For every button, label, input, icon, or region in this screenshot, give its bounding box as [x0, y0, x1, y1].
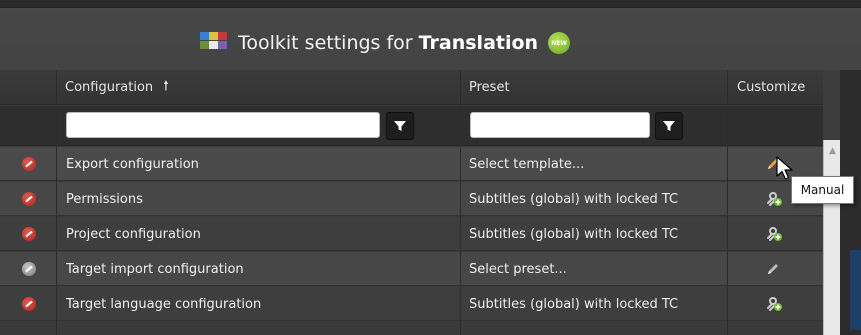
- column-header-customize[interactable]: Customize: [737, 70, 817, 105]
- vertical-scrollbar[interactable]: ▲: [823, 140, 840, 335]
- column-divider: [56, 70, 57, 335]
- arrow-up-icon: 🠕: [163, 78, 169, 94]
- new-badge: NEW: [548, 32, 571, 54]
- not-allowed-icon[interactable]: [22, 297, 36, 311]
- tooltip-text: Manual: [800, 183, 845, 197]
- configuration-filter-button[interactable]: [386, 112, 414, 140]
- table-row[interactable]: Export configuration Select template...: [0, 147, 823, 181]
- preset-filter-button[interactable]: [655, 112, 683, 140]
- page-header: Toolkit settings for Translation NEW: [0, 8, 861, 70]
- funnel-icon: [663, 121, 675, 131]
- preset-cell[interactable]: Select template...: [469, 147, 584, 181]
- toolkit-icon: [200, 32, 227, 54]
- scroll-up-arrow-icon[interactable]: ▲: [824, 144, 841, 158]
- funnel-icon: [394, 121, 406, 131]
- column-header-preset[interactable]: Preset: [469, 70, 724, 105]
- table-row[interactable]: Target import configuration Select prese…: [0, 252, 823, 286]
- pencil-icon[interactable]: [766, 252, 786, 286]
- preset-cell[interactable]: Subtitles (global) with locked TC: [469, 182, 678, 216]
- preset-cell[interactable]: Subtitles (global) with locked TC: [469, 287, 678, 321]
- column-divider: [727, 70, 728, 335]
- new-badge-label: NEW: [551, 39, 567, 47]
- preset-cell[interactable]: Select preset...: [469, 252, 567, 286]
- not-allowed-icon[interactable]: [22, 192, 36, 206]
- not-allowed-icon[interactable]: [22, 262, 36, 276]
- title-text: Toolkit settings for Translation: [238, 32, 538, 54]
- mouse-cursor-icon: [776, 156, 793, 180]
- table-row[interactable]: Project configuration Subtitles (global)…: [0, 217, 823, 251]
- top-bar: [0, 0, 861, 8]
- not-allowed-icon[interactable]: [22, 157, 36, 171]
- filter-row: [0, 106, 823, 146]
- settings-grid: Configuration 🠕 Preset Customize Export …: [0, 70, 823, 335]
- side-panel-accent: [850, 250, 861, 330]
- grid-header-row: Configuration 🠕 Preset Customize: [0, 70, 823, 105]
- column-header-configuration[interactable]: Configuration 🠕: [65, 70, 460, 105]
- column-divider: [460, 70, 461, 335]
- column-label-configuration: Configuration: [65, 80, 154, 95]
- table-row[interactable]: Permissions Subtitles (global) with lock…: [0, 182, 823, 216]
- title-bold: Translation: [418, 32, 539, 54]
- link-add-icon[interactable]: [765, 182, 785, 216]
- table-row[interactable]: Target language configuration Subtitles …: [0, 287, 823, 321]
- preset-cell[interactable]: Subtitles (global) with locked TC: [469, 217, 678, 251]
- configuration-cell: Target language configuration: [66, 296, 262, 312]
- configuration-cell: Permissions: [66, 191, 143, 207]
- not-allowed-icon[interactable]: [22, 227, 36, 241]
- configuration-cell: Target import configuration: [66, 261, 244, 277]
- configuration-filter-input[interactable]: [66, 112, 380, 138]
- title-prefix: Toolkit settings for: [238, 32, 413, 54]
- configuration-cell: Export configuration: [66, 156, 199, 172]
- link-add-icon[interactable]: [765, 287, 785, 321]
- page-title: Toolkit settings for Translation NEW: [200, 30, 571, 56]
- column-label-preset: Preset: [469, 80, 510, 95]
- configuration-cell: Project configuration: [66, 226, 201, 242]
- preset-filter-input[interactable]: [470, 112, 650, 138]
- tooltip: Manual: [791, 176, 854, 204]
- link-add-icon[interactable]: [765, 217, 785, 251]
- column-label-customize: Customize: [737, 80, 806, 95]
